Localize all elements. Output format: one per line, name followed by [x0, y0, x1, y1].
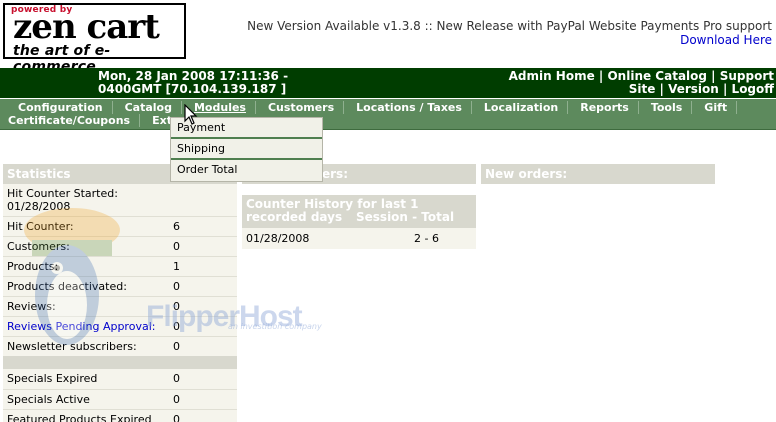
zencart-logo[interactable]: powered by zen cart the art of e-commerc… [3, 3, 186, 75]
menu-tools[interactable]: Tools [639, 101, 693, 114]
admin-links[interactable]: Admin Home | Online Catalog | Support Si… [509, 70, 774, 96]
dropdown-item-order-total[interactable]: Order Total [171, 160, 322, 181]
new-version-notice: New Version Available v1.3.8 :: New Rele… [247, 19, 772, 33]
admin-header-bar: Mon, 28 Jan 2008 17:11:36 - 0400GMT [70.… [0, 68, 776, 98]
stat-label: Specials Active [7, 393, 90, 406]
counter-history-table: Counter History for last 1 recorded days… [242, 195, 476, 249]
stat-value: 0 [173, 372, 180, 385]
stat-label: Featured Products Expired [7, 413, 152, 422]
watermark-mascot-icon [24, 208, 120, 345]
mouse-cursor-icon [184, 104, 198, 125]
main-menu-bar: Configuration Catalog Modules Customers … [0, 99, 776, 130]
download-here-link[interactable]: Download Here [680, 33, 772, 47]
new-orders-head: New orders: [481, 164, 715, 184]
stat-value: 0 [173, 393, 180, 406]
admin-links-line-2[interactable]: Site | Version | Logoff [509, 83, 774, 96]
stat-value: 0 [173, 413, 180, 422]
stat-value: 6 [173, 220, 180, 233]
stat-row: Specials Expired 0 [3, 369, 237, 389]
stat-row: Featured Products Expired 0 [3, 409, 237, 422]
menu-certificate-coupons[interactable]: Certificate/Coupons [6, 114, 141, 127]
menu-row-2: Certificate/Coupons Extra [6, 114, 195, 127]
counter-value: 2 - 6 [414, 232, 439, 245]
menu-gift[interactable]: Gift [692, 101, 738, 114]
datetime-line-2: 0400GMT [70.104.139.187 ] [98, 82, 287, 96]
menu-customers[interactable]: Customers [256, 101, 345, 114]
stat-value: 0 [173, 280, 180, 293]
stat-row: Specials Active 0 [3, 389, 237, 409]
stat-label: Specials Expired [7, 372, 98, 385]
menu-localization[interactable]: Localization [472, 101, 569, 114]
logo-wordmark: zen cart [13, 7, 160, 47]
session-total-header: Session - Total [356, 210, 455, 224]
server-datetime: Mon, 28 Jan 2008 17:11:36 - 0400GMT [70.… [98, 70, 288, 96]
counter-history-header: Counter History for last 1 recorded days… [242, 195, 476, 228]
stat-separator [3, 356, 237, 369]
modules-dropdown: Payment Shipping Order Total [170, 117, 323, 182]
watermark-subtext: an investition company [228, 322, 322, 331]
menu-row-1: Configuration Catalog Modules Customers … [6, 101, 738, 114]
menu-reports[interactable]: Reports [568, 101, 639, 114]
stat-value: 0 [173, 340, 180, 353]
menu-locations-taxes[interactable]: Locations / Taxes [344, 101, 472, 114]
stat-value: 0 [173, 240, 180, 253]
stat-value: 1 [173, 260, 180, 273]
menu-configuration[interactable]: Configuration [6, 101, 113, 114]
counter-date: 01/28/2008 [246, 232, 310, 245]
dropdown-item-shipping[interactable]: Shipping [171, 139, 322, 160]
menu-catalog[interactable]: Catalog [113, 101, 182, 114]
